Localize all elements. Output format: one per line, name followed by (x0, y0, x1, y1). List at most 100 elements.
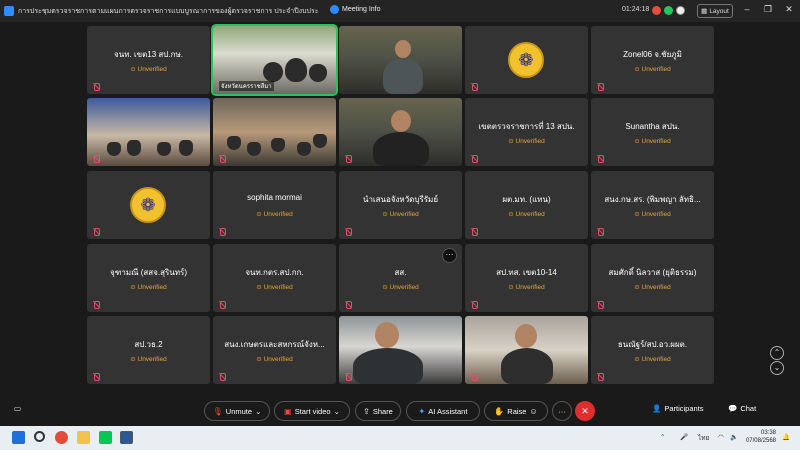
participant-name: จุฑามณี (สสจ.สุรินทร์) (110, 268, 187, 277)
participant-tile[interactable]: ผต.มท. (แทน) ⊙ Unverified (465, 171, 588, 239)
speaker-icon[interactable]: 🔈 (730, 433, 738, 441)
share-button[interactable]: ⇪ Share (355, 401, 401, 421)
participant-tile[interactable]: สมศักดิ์ นิลวาส (ยุติธรรม) ⊙ Unverified (591, 244, 714, 312)
taskbar: ⌃ 🎤 ไทย ◠ 🔈 03:38 07/08/2568 🔔 (0, 426, 800, 450)
unverified-badge: ⊙ Unverified (634, 284, 671, 291)
captions-icon[interactable]: ▭ (14, 404, 21, 413)
meeting-info-label: Meeting Info (342, 6, 381, 13)
participant-name: จนท. เขต13 สป.กษ. (114, 50, 183, 59)
chat-label: Chat (740, 404, 757, 413)
system-clock[interactable]: 03:38 07/08/2568 (744, 429, 776, 445)
page-up-icon[interactable]: ⌃ (770, 346, 784, 360)
mic-muted-icon (470, 83, 478, 91)
participant-tile[interactable]: ❁ (87, 171, 210, 239)
unverified-badge: ⊙ Unverified (382, 284, 419, 291)
emoji-icon[interactable]: ☺ (529, 407, 537, 416)
participant-tile[interactable]: ธนณัฐร์/สป.อว.ผผต. ⊙ Unverified (591, 316, 714, 384)
unverified-badge: ⊙ Unverified (508, 211, 545, 218)
participant-name: สนง.เกษตรและสหกรณ์จังห... (224, 340, 325, 349)
participant-video[interactable] (465, 316, 588, 384)
participant-tile[interactable]: นำเสนอจังหวัดบุรีรัมย์ ⊙ Unverified (339, 171, 462, 239)
participant-video[interactable] (87, 98, 210, 166)
unverified-badge: ⊙ Unverified (256, 211, 293, 218)
shield-icon (330, 5, 339, 14)
video-off-icon: ▣ (284, 406, 292, 416)
participant-tile[interactable]: จนท. เขต13 สป.กษ. ⊙ Unverified (87, 26, 210, 94)
raise-hand-button[interactable]: ✋ Raise ☺ (484, 401, 548, 421)
participant-tile[interactable]: ❁ (465, 26, 588, 94)
window-title: การประชุมตรวจราชการตามแผนการตรวจราชการแบ… (18, 7, 318, 15)
file-explorer-icon[interactable] (77, 431, 90, 444)
participant-name: sophita mormai (247, 193, 302, 202)
participant-tile[interactable]: sophita mormai ⊙ Unverified (213, 171, 336, 239)
mic-muted-icon (92, 83, 100, 91)
grid-icon: ▦ (701, 8, 708, 15)
more-options-icon[interactable]: ··· (442, 248, 457, 263)
close-icon[interactable]: ✕ (782, 4, 796, 15)
participant-video[interactable]: จังหวัดนครราชสีมา (211, 24, 338, 96)
participant-video[interactable] (339, 26, 462, 94)
participant-tile[interactable]: จนท.กตร.สป.กก. ⊙ Unverified (213, 244, 336, 312)
start-video-button[interactable]: ▣ Start video ⌄ (274, 401, 350, 421)
page-down-icon[interactable]: ⌄ (770, 361, 784, 375)
layout-button[interactable]: ▦ Layout (697, 4, 733, 18)
mic-muted-icon (596, 373, 604, 381)
more-button[interactable]: ··· (552, 401, 572, 421)
participant-tile[interactable]: จุฑามณี (สสจ.สุรินทร์) ⊙ Unverified (87, 244, 210, 312)
participant-name: สป.วธ.2 (134, 340, 163, 349)
participant-tile[interactable]: สป.ทส. เขต10-14 ⊙ Unverified (465, 244, 588, 312)
unverified-badge: ⊙ Unverified (634, 211, 671, 218)
unverified-badge: ⊙ Unverified (634, 356, 671, 363)
unmute-button[interactable]: 🎙 Unmute ⌄ (204, 401, 270, 421)
meeting-toolbar: ▭ 🎙 Unmute ⌄ ▣ Start video ⌄ ⇪ Share ✦ A… (0, 396, 800, 426)
mic-muted-icon (218, 301, 226, 309)
leave-meeting-button[interactable]: ✕ (575, 401, 595, 421)
agency-logo: ❁ (130, 187, 166, 223)
mic-muted-icon (344, 228, 352, 236)
minimize-icon[interactable]: – (740, 4, 754, 14)
chrome-icon[interactable] (55, 431, 68, 444)
ai-assistant-label: AI Assistant (428, 406, 468, 416)
participant-video[interactable] (339, 316, 462, 384)
chevron-up-icon[interactable]: ⌃ (660, 433, 665, 441)
windows-start-icon[interactable] (12, 431, 25, 444)
participant-video[interactable] (339, 98, 462, 166)
mic-muted-icon (92, 301, 100, 309)
participants-label: Participants (664, 404, 704, 413)
notification-bell-icon[interactable]: 🔔 (782, 433, 790, 441)
participant-tile[interactable]: เขตตรวจราชการที่ 13 สปน. ⊙ Unverified (465, 98, 588, 166)
wifi-icon[interactable]: ◠ (718, 433, 724, 441)
ai-assistant-button[interactable]: ✦ AI Assistant (406, 401, 480, 421)
participant-tile[interactable]: Sunantha สปน. ⊙ Unverified (591, 98, 714, 166)
mic-muted-icon (218, 228, 226, 236)
zoom-app-icon (4, 6, 14, 16)
search-icon[interactable] (34, 431, 45, 442)
unverified-badge: ⊙ Unverified (130, 66, 167, 73)
title-bar: การประชุมตรวจราชการตามแผนการตรวจราชการแบ… (0, 0, 800, 22)
participant-name: Zonel06 จ.ชัยภูมิ (623, 50, 682, 59)
participant-name: สป.ทส. เขต10-14 (496, 268, 557, 277)
mic-muted-icon (92, 228, 100, 236)
unverified-badge: ⊙ Unverified (382, 211, 419, 218)
mic-muted-icon (92, 155, 100, 163)
microphone-icon[interactable]: 🎤 (680, 433, 688, 441)
participant-video[interactable] (213, 98, 336, 166)
participant-name: สนง.กษ.สร. (พิมพญา ลัทธิ... (604, 195, 701, 204)
unverified-badge: ⊙ Unverified (508, 284, 545, 291)
participant-tile[interactable]: Zonel06 จ.ชัยภูมิ ⊙ Unverified (591, 26, 714, 94)
participant-tile[interactable]: สนง.เกษตรและสหกรณ์จังห... ⊙ Unverified (213, 316, 336, 384)
mic-muted-icon (344, 373, 352, 381)
participant-tile[interactable]: สนง.กษ.สร. (พิมพญา ลัทธิ... ⊙ Unverified (591, 171, 714, 239)
zoom-taskbar-icon[interactable] (120, 431, 133, 444)
participants-button[interactable]: 👤 Participants (652, 404, 704, 413)
start-video-label: Start video (294, 406, 331, 416)
participant-name: สมศักดิ์ นิลวาส (ยุติธรรม) (608, 268, 697, 277)
chat-button[interactable]: 💬 Chat (728, 404, 756, 413)
line-icon[interactable] (99, 431, 112, 444)
chevron-down-icon: ⌄ (333, 406, 340, 416)
language-indicator[interactable]: ไทย (698, 433, 709, 443)
mic-muted-icon (470, 373, 478, 381)
restore-icon[interactable]: ❐ (761, 4, 775, 15)
participant-tile[interactable]: สป.วธ.2 ⊙ Unverified (87, 316, 210, 384)
meeting-info-button[interactable]: Meeting Info (330, 5, 381, 14)
